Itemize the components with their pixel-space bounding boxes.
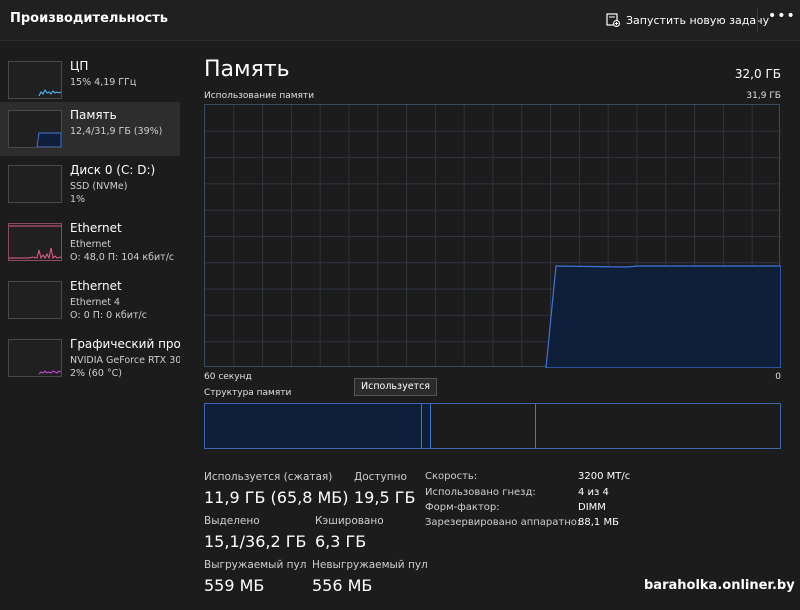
ethernet-title: Ethernet	[70, 221, 122, 235]
new-task-icon	[606, 13, 620, 27]
gpu-title: Графический процессор 0	[70, 337, 180, 351]
memory-total: 32,0 ГБ	[734, 67, 781, 81]
speed-label: Скорость:	[425, 471, 478, 482]
ethernet-thumbnail-graph	[8, 223, 62, 261]
hardware-reserved-label: Зарезервировано аппаратно:	[425, 517, 581, 528]
ethernet-4-throughput: О: 0 П: 0 кбит/с	[70, 310, 147, 321]
sidebar-item-gpu[interactable]: Графический процессор 0 NVIDIA GeForce R…	[0, 331, 180, 385]
memory-structure-label: Структура памяти	[204, 388, 292, 398]
in-use-value: 11,9 ГБ (65,8 МБ)	[204, 488, 349, 507]
modified-segment[interactable]	[422, 404, 431, 448]
in-use-segment[interactable]	[205, 404, 422, 448]
gpu-model: NVIDIA GeForce RTX 3070	[70, 355, 180, 366]
hardware-reserved-value: 88,1 МБ	[578, 517, 619, 528]
memory-heading: Память	[204, 57, 290, 82]
cpu-thumbnail-graph	[8, 61, 62, 99]
sidebar-item-ethernet-4[interactable]: Ethernet Ethernet 4 О: 0 П: 0 кбит/с	[0, 273, 180, 327]
ethernet-4-title: Ethernet	[70, 279, 122, 293]
in-use-label: Используется (сжатая)	[204, 471, 333, 483]
cached-label: Кэшировано	[315, 515, 384, 527]
page-heading: Производительность	[10, 11, 169, 26]
sidebar: ЦП 15% 4,19 ГГц Память 12,4/31,9 ГБ (39%…	[0, 41, 180, 610]
disk-title: Диск 0 (C: D:)	[70, 163, 156, 177]
speed-value: 3200 МТ/с	[578, 471, 631, 482]
graph-axis-end: 0	[775, 372, 781, 382]
graph-axis-start: 60 секунд	[204, 372, 252, 382]
ethernet-4-adapter: Ethernet 4	[70, 297, 120, 308]
cpu-title: ЦП	[70, 59, 89, 73]
available-label: Доступно	[354, 471, 407, 483]
gpu-usage: 2% (60 °C)	[70, 368, 122, 379]
in-use-tooltip: Используется	[354, 378, 438, 396]
available-value: 19,5 ГБ	[354, 488, 416, 507]
nonpaged-pool-value: 556 МБ	[312, 576, 373, 595]
disk-usage: 1%	[70, 194, 86, 205]
form-factor-label: Форм-фактор:	[425, 502, 500, 513]
memory-usage-graph	[204, 104, 781, 368]
sidebar-item-ethernet[interactable]: Ethernet Ethernet О: 48,0 П: 104 кбит/с	[0, 215, 180, 269]
ethernet-throughput: О: 48,0 П: 104 кбит/с	[70, 252, 175, 263]
memory-usage-label: Использование памяти	[204, 91, 315, 101]
sidebar-item-memory[interactable]: Память 12,4/31,9 ГБ (39%)	[0, 102, 180, 156]
slots-used-value: 4 из 4	[578, 487, 609, 498]
disk-thumbnail-graph	[8, 165, 62, 203]
ethernet-4-thumbnail-graph	[8, 281, 62, 319]
memory-detail-panel: Память 32,0 ГБ Использование памяти 31,9…	[180, 41, 800, 610]
nonpaged-pool-label: Невыгружаемый пул	[312, 559, 428, 571]
paged-pool-label: Выгружаемый пул	[204, 559, 307, 571]
committed-value: 15,1/36,2 ГБ	[204, 532, 307, 551]
run-new-task-button[interactable]: Запустить новую задачу	[606, 10, 769, 30]
disk-type: SSD (NVMe)	[70, 181, 128, 192]
watermark: baraholka.onliner.by	[644, 578, 795, 593]
form-factor-value: DIMM	[578, 502, 606, 513]
memory-composition-bar	[204, 403, 781, 449]
memory-usage-area	[545, 265, 781, 368]
slots-used-label: Использовано гнезд:	[425, 487, 536, 498]
gpu-thumbnail-graph	[8, 339, 62, 377]
title-bar: Производительность Запустить новую задач…	[0, 0, 800, 41]
memory-usage: 12,4/31,9 ГБ (39%)	[70, 126, 163, 137]
committed-label: Выделено	[204, 515, 260, 527]
cached-value: 6,3 ГБ	[315, 532, 367, 551]
memory-thumbnail-graph	[8, 110, 62, 148]
sidebar-item-disk[interactable]: Диск 0 (C: D:) SSD (NVMe) 1%	[0, 157, 180, 211]
paged-pool-value: 559 МБ	[204, 576, 265, 595]
memory-usage-max: 31,9 ГБ	[746, 91, 781, 101]
more-options-icon[interactable]: •••	[768, 8, 795, 28]
header-divider	[757, 8, 758, 32]
cpu-usage: 15% 4,19 ГГц	[70, 77, 137, 88]
free-segment[interactable]	[536, 404, 780, 448]
run-new-task-label: Запустить новую задачу	[626, 13, 770, 27]
standby-segment[interactable]	[431, 404, 536, 448]
memory-title: Память	[70, 108, 117, 122]
ethernet-adapter: Ethernet	[70, 239, 111, 250]
sidebar-item-cpu[interactable]: ЦП 15% 4,19 ГГц	[0, 53, 180, 107]
